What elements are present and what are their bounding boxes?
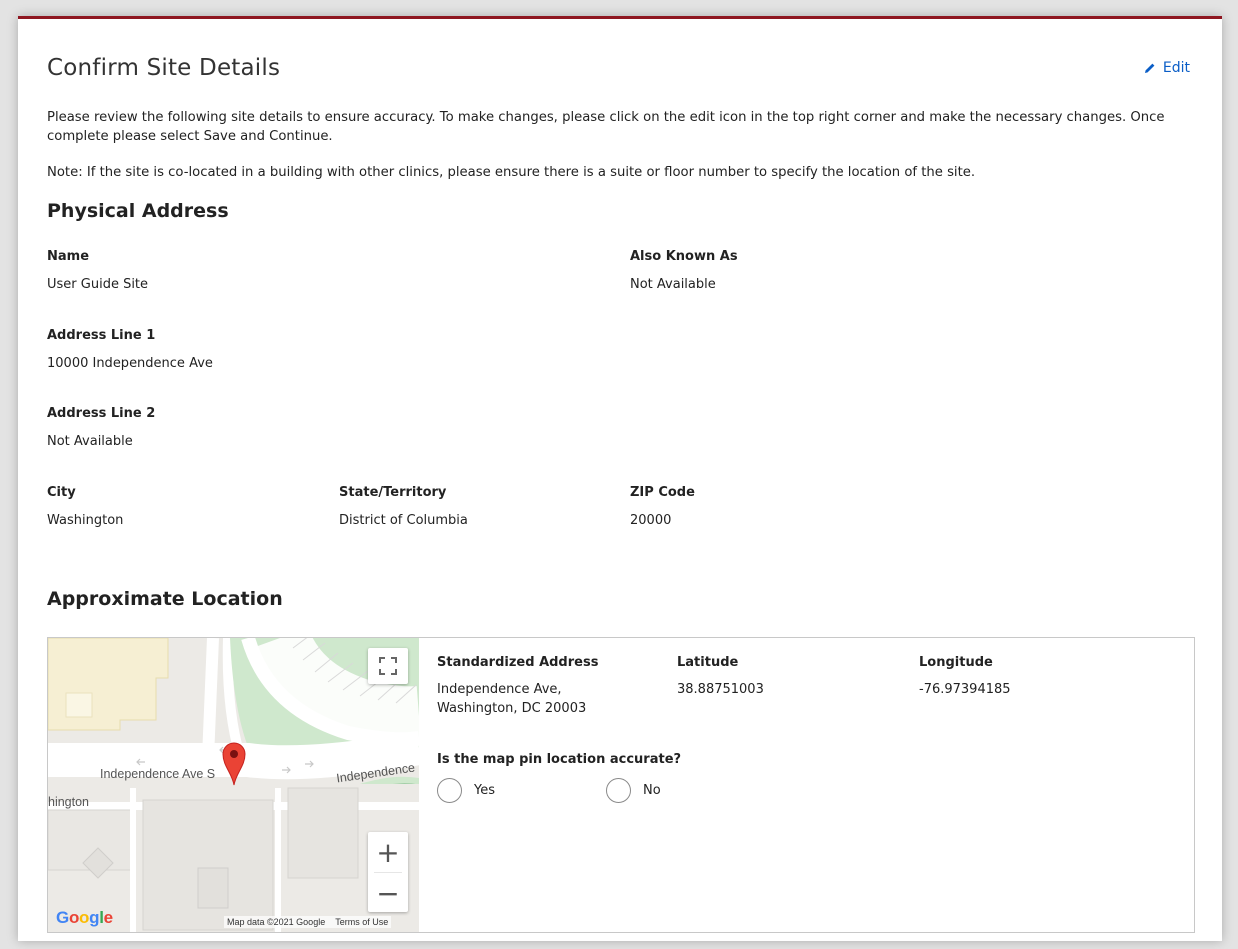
zip-label: ZIP Code xyxy=(630,485,695,500)
no-radio-label: No xyxy=(643,783,661,798)
pin-accurate-no-radio[interactable]: No xyxy=(606,778,661,803)
zoom-control: + − xyxy=(368,832,408,912)
address-line-2-label: Address Line 2 xyxy=(47,406,156,421)
city-field: City Washington xyxy=(47,485,123,528)
page-title: Confirm Site Details xyxy=(47,55,281,81)
zip-field: ZIP Code 20000 xyxy=(630,485,695,528)
google-logo-letter: o xyxy=(79,908,90,927)
aka-field: Also Known As Not Available xyxy=(630,249,738,292)
physical-address-heading: Physical Address xyxy=(47,200,229,222)
note-text: Note: If the site is co-located in a bui… xyxy=(47,165,976,180)
standardized-address-line-1: Independence Ave, xyxy=(437,682,562,697)
aka-value: Not Available xyxy=(630,277,716,292)
google-logo-letter: e xyxy=(103,908,113,927)
map-view[interactable]: Independence Ave S Independence hington … xyxy=(48,638,419,932)
pin-accuracy-question: Is the map pin location accurate? xyxy=(437,752,682,767)
pin-accurate-yes-radio[interactable]: Yes xyxy=(437,778,495,803)
google-logo: Google xyxy=(56,908,113,928)
longitude-value: -76.97394185 xyxy=(919,682,1011,697)
approximate-location-heading: Approximate Location xyxy=(47,588,283,610)
intro-text: Please review the following site details… xyxy=(47,110,1165,144)
address-line-1-value: 10000 Independence Ave xyxy=(47,356,213,371)
longitude-label: Longitude xyxy=(919,655,993,670)
city-fragment-label: hington xyxy=(48,795,90,809)
city-value: Washington xyxy=(47,513,124,528)
confirm-site-card: Confirm Site Details Edit Please review … xyxy=(18,16,1222,941)
state-label: State/Territory xyxy=(339,485,447,500)
google-logo-letter: G xyxy=(56,908,69,927)
terms-of-use-link[interactable]: Terms of Use xyxy=(335,917,388,927)
map-attribution: Map data ©2021 Google xyxy=(227,917,326,927)
state-field: State/Territory District of Columbia xyxy=(339,485,468,528)
address-line-1-field: Address Line 1 10000 Independence Ave xyxy=(47,328,213,371)
name-field: Name User Guide Site xyxy=(47,249,148,292)
state-value: District of Columbia xyxy=(339,513,468,528)
map-pin-icon[interactable] xyxy=(220,740,248,786)
edit-button[interactable]: Edit xyxy=(1144,60,1190,76)
location-panel: Independence Ave S Independence hington … xyxy=(47,637,1195,933)
city-label: City xyxy=(47,485,76,500)
fullscreen-button[interactable] xyxy=(368,648,408,684)
google-logo-letter: g xyxy=(89,908,100,927)
edit-label: Edit xyxy=(1162,60,1190,76)
no-radio-circle[interactable] xyxy=(606,778,631,803)
fullscreen-icon xyxy=(379,657,397,675)
pencil-icon xyxy=(1144,63,1155,73)
standardized-address-label: Standardized Address xyxy=(437,655,599,670)
address-line-1-label: Address Line 1 xyxy=(47,328,156,343)
latitude-value: 38.88751003 xyxy=(677,682,764,697)
latitude-label: Latitude xyxy=(677,655,739,670)
zip-value: 20000 xyxy=(630,513,672,528)
map-attribution-bar: Map data ©2021 Google Terms of Use xyxy=(224,916,392,928)
name-label: Name xyxy=(47,249,90,264)
standardized-address-line-2: Washington, DC 20003 xyxy=(437,701,587,716)
zoom-out-button[interactable]: − xyxy=(368,873,408,913)
aka-label: Also Known As xyxy=(630,249,738,264)
yes-radio-circle[interactable] xyxy=(437,778,462,803)
street-label: Independence Ave S xyxy=(100,767,216,781)
zoom-in-button[interactable]: + xyxy=(368,832,408,872)
name-value: User Guide Site xyxy=(47,277,149,292)
address-line-2-field: Address Line 2 Not Available xyxy=(47,406,155,449)
yes-radio-label: Yes xyxy=(474,783,495,798)
address-line-2-value: Not Available xyxy=(47,434,133,449)
google-logo-letter: o xyxy=(68,908,80,927)
